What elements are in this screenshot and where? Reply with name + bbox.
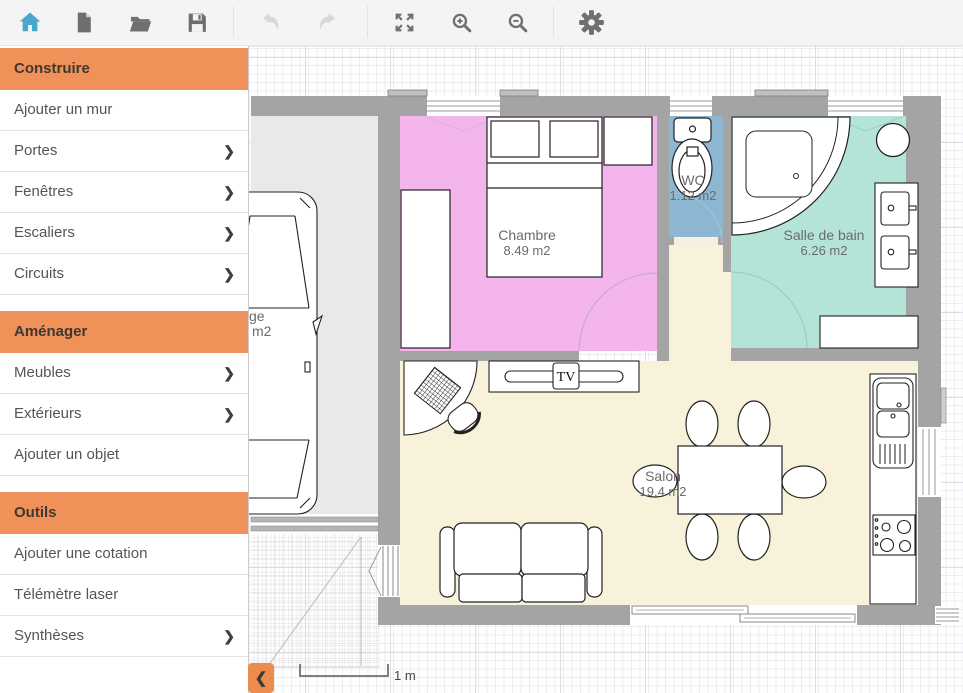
toolbar-separator <box>553 6 554 38</box>
window-bottom-right[interactable] <box>935 606 960 624</box>
fit-screen-button[interactable] <box>386 4 422 40</box>
redo-button[interactable] <box>310 4 346 40</box>
sidebar-item-label: Circuits <box>14 265 64 282</box>
save-icon <box>184 10 209 35</box>
sidebar-gap <box>0 295 248 311</box>
label-salon: Salon <box>645 468 681 484</box>
chevron-right-icon: ❯ <box>223 254 235 294</box>
nightstand[interactable] <box>604 117 652 165</box>
toolbar-separator <box>367 6 368 38</box>
sidebar-item-label: Télémètre laser <box>14 586 118 603</box>
sidebar-item-syntheses[interactable]: Synthèses ❯ <box>0 616 248 657</box>
window-top-3[interactable] <box>828 96 903 116</box>
bath-sink[interactable] <box>877 124 910 157</box>
sidebar-item-telemetre-laser[interactable]: Télémètre laser <box>0 575 248 616</box>
bath-cabinet[interactable] <box>875 183 918 287</box>
area-salon: 19.4 m2 <box>640 484 687 499</box>
chevron-right-icon: ❯ <box>223 394 235 434</box>
redo-icon <box>315 9 341 35</box>
open-folder-button[interactable] <box>122 4 158 40</box>
window-top-1[interactable] <box>427 96 500 116</box>
chevron-right-icon: ❯ <box>223 172 235 212</box>
undo-button[interactable] <box>252 4 288 40</box>
sidebar-item-portes[interactable]: Portes ❯ <box>0 131 248 172</box>
new-file-icon <box>71 10 96 35</box>
sidebar-header-outils: Outils <box>0 492 248 534</box>
label-garage-partial: ge <box>249 308 265 324</box>
chevron-right-icon: ❯ <box>223 213 235 253</box>
label-chambre: Chambre <box>498 227 556 243</box>
area-chambre: 8.49 m2 <box>504 243 551 258</box>
sidebar-item-label: Ajouter un mur <box>14 101 112 118</box>
zoom-out-button[interactable] <box>499 4 535 40</box>
sidebar-header-amenager: Aménager <box>0 311 248 353</box>
sidebar-item-label: Ajouter un objet <box>14 446 119 463</box>
sidebar-item-escaliers[interactable]: Escaliers ❯ <box>0 213 248 254</box>
kitchen-unit[interactable] <box>870 374 916 604</box>
save-button[interactable] <box>178 4 214 40</box>
home-icon <box>17 9 43 35</box>
toolbar <box>0 0 963 46</box>
sidebar: Construire Ajouter un mur Portes ❯ Fenêt… <box>0 45 249 693</box>
sidebar-item-label: Portes <box>14 142 57 159</box>
sofa[interactable] <box>440 523 602 602</box>
wardrobe[interactable] <box>401 190 450 348</box>
label-bain: Salle de bain <box>784 227 865 243</box>
wc-door-opening <box>674 237 718 245</box>
sidebar-item-meubles[interactable]: Meubles ❯ <box>0 353 248 394</box>
window-sill-markers <box>388 90 828 96</box>
sidebar-header-construire: Construire <box>0 48 248 90</box>
chevron-right-icon: ❯ <box>223 131 235 171</box>
sidebar-item-exterieurs[interactable]: Extérieurs ❯ <box>0 394 248 435</box>
label-wc: WC <box>681 172 704 188</box>
fit-screen-icon <box>392 10 417 35</box>
sidebar-item-ajouter-une-cotation[interactable]: Ajouter une cotation <box>0 534 248 575</box>
window-top-2[interactable] <box>670 96 712 116</box>
bath-counter[interactable] <box>820 316 918 348</box>
hallway-floor[interactable] <box>669 243 731 361</box>
sidebar-item-label: Meubles <box>14 364 71 381</box>
sidebar-item-fenetres[interactable]: Fenêtres ❯ <box>0 172 248 213</box>
sidebar-item-ajouter-un-objet[interactable]: Ajouter un objet <box>0 435 248 476</box>
gear-icon <box>578 9 605 36</box>
sidebar-item-label: Extérieurs <box>14 405 82 422</box>
toolbar-separator <box>233 6 234 38</box>
sidebar-gap <box>0 476 248 492</box>
garage-door[interactable] <box>251 514 378 534</box>
zoom-in-icon <box>449 10 474 35</box>
open-folder-icon <box>127 9 154 36</box>
chevron-right-icon: ❯ <box>223 353 235 393</box>
area-garage-partial: m2 <box>252 323 272 339</box>
sidebar-item-label: Escaliers <box>14 224 75 241</box>
zoom-in-button[interactable] <box>443 4 479 40</box>
sidebar-item-circuits[interactable]: Circuits ❯ <box>0 254 248 295</box>
sidebar-collapse-button[interactable]: ❮ <box>248 663 274 693</box>
new-file-button[interactable] <box>65 4 101 40</box>
chevron-left-icon: ❮ <box>255 669 268 687</box>
sidebar-item-ajouter-un-mur[interactable]: Ajouter un mur <box>0 90 248 131</box>
terrace-area[interactable] <box>251 534 380 668</box>
area-bain: 6.26 m2 <box>801 243 848 258</box>
sidebar-item-label: Fenêtres <box>14 183 73 200</box>
sidebar-item-label: Ajouter une cotation <box>14 545 147 562</box>
scale-label: 1 m <box>394 668 416 683</box>
tv-label: TV <box>557 370 576 385</box>
sidebar-item-label: Synthèses <box>14 627 84 644</box>
home-button[interactable] <box>12 4 48 40</box>
chevron-right-icon: ❯ <box>223 616 235 656</box>
zoom-out-icon <box>505 10 530 35</box>
area-wc: 1.12 m2 <box>670 188 717 203</box>
settings-button[interactable] <box>573 4 609 40</box>
undo-icon <box>257 9 283 35</box>
sliding-door[interactable] <box>630 605 857 625</box>
